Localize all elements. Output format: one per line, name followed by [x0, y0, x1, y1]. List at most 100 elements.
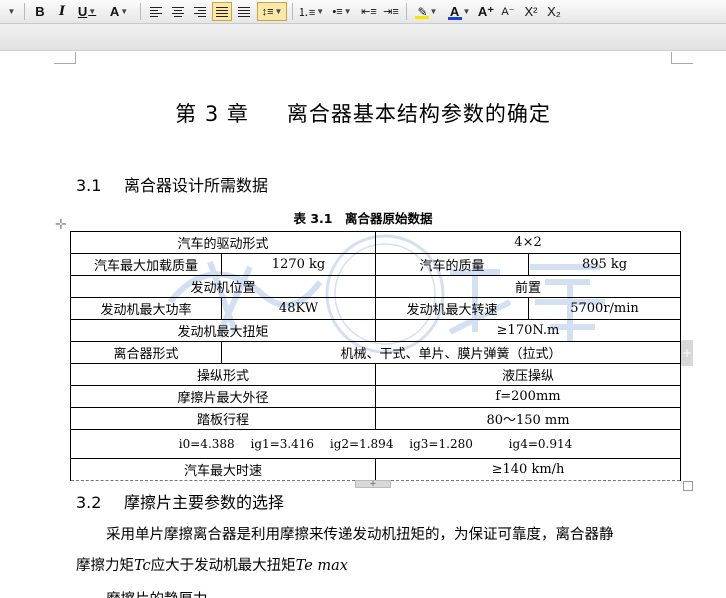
align-right-button[interactable]: [190, 2, 210, 21]
section-number: 3.2: [76, 493, 102, 512]
section-number: 3.1: [76, 176, 102, 195]
table-cell[interactable]: 汽车的质量: [375, 253, 530, 276]
character-shading-button[interactable]: A ▼: [104, 2, 134, 21]
underline-button[interactable]: U ▼: [74, 2, 100, 21]
table-row: 汽车的驱动形式 4×2: [69, 231, 682, 254]
increase-indent-button[interactable]: ⇥≡: [381, 2, 401, 21]
section-heading-1: 3.1 离合器设计所需数据: [76, 172, 268, 196]
table-cell[interactable]: 汽车最大加载质量: [70, 253, 222, 276]
section-title: 离合器设计所需数据: [124, 176, 269, 195]
table-row: 发动机最大扭矩 ≥170N.m: [69, 319, 682, 342]
gear-ratio-ig1: ig1=3.416: [250, 437, 315, 451]
numbered-list-icon: ⒈≡: [297, 6, 316, 19]
secondary-toolbar-strip: [0, 24, 726, 51]
table-row: i0=4.388 ig1=3.416 ig2=1.894 ig3=1.280 i…: [69, 429, 682, 459]
table-cell[interactable]: 5700r/min: [528, 297, 682, 320]
gear-ratio-ig2: ig2=1.894: [329, 437, 394, 451]
shrink-font-button[interactable]: A⁻: [498, 2, 518, 21]
table-cell[interactable]: 前置: [375, 275, 682, 298]
table-add-column-handle[interactable]: +: [681, 340, 693, 366]
highlight-button[interactable]: ✎ ▼: [411, 2, 441, 21]
table-cell[interactable]: ≥140 km/h: [375, 458, 682, 481]
increase-indent-icon: ⇥≡: [383, 6, 399, 18]
align-left-icon: [150, 6, 162, 17]
table-row: 汽车最大时速 ≥140 km/h: [69, 458, 682, 481]
distribute-button[interactable]: [234, 2, 254, 21]
subscript-button[interactable]: X₂: [543, 2, 565, 21]
toolbar-separator: [292, 3, 293, 20]
table-row: 汽车最大加载质量 1270 kg 汽车的质量 895 kg: [70, 253, 682, 276]
justify-button[interactable]: [212, 2, 232, 21]
grow-font-button[interactable]: A⁺: [476, 2, 496, 21]
table-move-handle-icon[interactable]: ✛: [55, 218, 69, 232]
table-resize-handle[interactable]: [683, 481, 693, 491]
toolbar-separator: [140, 3, 141, 20]
font-color-icon: A: [447, 4, 462, 20]
section-title: 摩擦片主要参数的选择: [124, 493, 285, 512]
table-cell[interactable]: 操纵形式: [69, 363, 377, 386]
static-friction-torque-symbol: Tc: [134, 558, 151, 574]
section-heading-2: 3.2 摩擦片主要参数的选择: [76, 489, 284, 513]
bold-button[interactable]: B: [30, 2, 50, 21]
table-row: 发动机位置 前置: [69, 275, 682, 298]
decrease-indent-button[interactable]: ⇤≡: [359, 2, 379, 21]
font-color-button[interactable]: A ▼: [444, 2, 474, 21]
gear-ratio-ig3: ig3=1.280: [409, 437, 473, 451]
chapter-title-text: 离合器基本结构参数的确定: [286, 102, 551, 126]
paragraph-line[interactable]: 摩擦力矩Tc应大于发动机最大扭矩Te max: [76, 552, 680, 580]
page-corner-mark-right: [671, 52, 693, 64]
table-cell[interactable]: 发动机最大转速: [375, 297, 530, 320]
align-left-button[interactable]: [146, 2, 166, 21]
clutter-original-data-table: 汽车的驱动形式 4×2 汽车最大加载质量 1270 kg 汽车的质量 895 k…: [69, 231, 682, 481]
table-cell[interactable]: 4×2: [375, 231, 682, 254]
table-cell[interactable]: 液压操纵: [375, 363, 682, 386]
table-cell[interactable]: 80～150 mm: [375, 407, 682, 430]
paragraph-text: 应大于发动机最大扭矩: [150, 558, 296, 574]
table-cell[interactable]: 发动机最大扭矩: [69, 319, 377, 342]
char-shade-icon: A: [109, 4, 120, 19]
table-cell[interactable]: 机械、干式、单片、膜片弹簧（拉式）: [220, 341, 682, 364]
table-row: 操纵形式 液压操纵: [69, 363, 682, 386]
line-spacing-button[interactable]: ↕≡ ▼: [257, 2, 287, 21]
table-cell[interactable]: 发动机最大功率: [70, 297, 222, 320]
font-size-dropdown-arrow[interactable]: ▼: [2, 2, 20, 21]
superscript-button[interactable]: X²: [520, 2, 542, 21]
table-cell[interactable]: 48KW: [220, 297, 377, 320]
bullets-button[interactable]: •≡ ▼: [328, 2, 356, 21]
table-cell[interactable]: 踏板行程: [69, 407, 377, 430]
italic-button[interactable]: I: [52, 2, 72, 21]
paragraph-line-partial[interactable]: 摩擦片的静厚力: [76, 586, 680, 598]
align-right-icon: [194, 6, 206, 17]
distribute-icon: [238, 6, 250, 17]
line-spacing-icon: ↕≡: [261, 5, 274, 18]
table-cell[interactable]: 895 kg: [528, 253, 682, 276]
gear-ratio-ig4: ig4=0.914: [508, 437, 573, 451]
table-cell[interactable]: 1270 kg: [220, 253, 377, 276]
table-row: 发动机最大功率 48KW 发动机最大转速 5700r/min: [70, 297, 682, 320]
formatting-toolbar: ▼ B I U ▼ A ▼ ↕≡ ▼ ⒈≡ ▼ •≡ ▼ ⇤≡ ⇥≡ ✎ ▼ A ▼ A⁺…: [0, 0, 726, 24]
toolbar-separator: [24, 3, 25, 20]
table-cell[interactable]: f=200mm: [375, 385, 682, 408]
bullet-list-icon: •≡: [332, 5, 343, 18]
table-cell[interactable]: 汽车的驱动形式: [69, 231, 377, 254]
chapter-number: 第 3 章: [175, 102, 249, 126]
chapter-title: 第 3 章 离合器基本结构参数的确定: [0, 98, 726, 128]
highlighter-icon: ✎: [414, 5, 429, 19]
gear-ratio-cell[interactable]: i0=4.388 ig1=3.416 ig2=1.894 ig3=1.280 i…: [69, 429, 682, 459]
underline-label: U: [77, 4, 88, 19]
table-cell[interactable]: ≥170N.m: [375, 319, 682, 342]
table-row: 摩擦片最大外径 f=200mm: [69, 385, 682, 408]
gear-ratio-i0: i0=4.388: [178, 437, 235, 451]
table-cell[interactable]: 汽车最大时速: [69, 458, 377, 481]
paragraph-line[interactable]: 采用单片摩擦离合器是利用摩擦来传递发动机扭矩的，为保证可靠度，离合器静: [76, 521, 680, 549]
numbering-button[interactable]: ⒈≡ ▼: [297, 2, 325, 21]
align-center-button[interactable]: [168, 2, 188, 21]
table-cell[interactable]: 发动机位置: [69, 275, 377, 298]
table-caption: 表 3.1 离合器原始数据: [293, 211, 433, 226]
engine-max-torque-symbol: Te max: [295, 558, 348, 574]
table-cell[interactable]: 离合器形式: [70, 341, 222, 364]
table-cell[interactable]: 摩擦片最大外径: [69, 385, 377, 408]
toolbar-separator: [406, 3, 407, 20]
table-add-row-handle[interactable]: +: [355, 480, 391, 488]
align-center-icon: [172, 6, 184, 17]
